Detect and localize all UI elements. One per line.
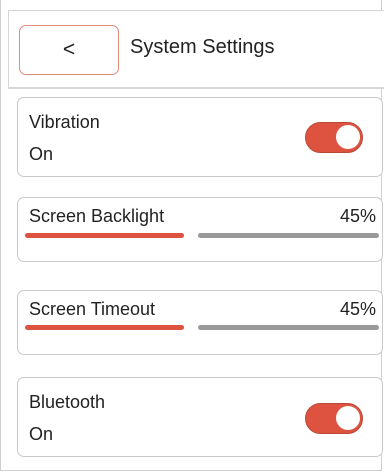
- vibration-status: On: [29, 144, 54, 164]
- back-button[interactable]: <: [19, 25, 119, 75]
- backlight-slider-track: [198, 233, 379, 238]
- backlight-card: Screen Backlight 45%: [17, 197, 383, 262]
- timeout-slider-fill: [25, 325, 184, 330]
- backlight-slider-fill: [25, 233, 184, 238]
- page-title: System Settings: [130, 36, 275, 58]
- header-bar: < System Settings: [8, 10, 384, 88]
- timeout-slider[interactable]: [25, 325, 379, 330]
- header-divider: [8, 88, 384, 89]
- bluetooth-toggle-knob: [336, 406, 360, 430]
- bluetooth-status: On: [29, 424, 54, 444]
- timeout-value: 45%: [339, 299, 376, 319]
- backlight-value: 45%: [339, 206, 376, 226]
- timeout-label: Screen Timeout: [29, 299, 156, 319]
- timeout-slider-track: [198, 325, 379, 330]
- bluetooth-label: Bluetooth: [29, 392, 106, 412]
- settings-screen: < System Settings Vibration On Screen Ba…: [0, 0, 385, 473]
- vibration-card: Vibration On: [17, 97, 383, 177]
- back-chevron-icon: <: [62, 37, 76, 61]
- bluetooth-toggle[interactable]: [305, 403, 363, 434]
- bluetooth-card: Bluetooth On: [17, 377, 383, 457]
- timeout-card: Screen Timeout 45%: [17, 290, 383, 355]
- vibration-label: Vibration: [29, 112, 100, 132]
- backlight-slider[interactable]: [25, 233, 379, 238]
- vibration-toggle[interactable]: [305, 122, 363, 153]
- vibration-toggle-knob: [336, 125, 360, 149]
- backlight-label: Screen Backlight: [29, 206, 165, 226]
